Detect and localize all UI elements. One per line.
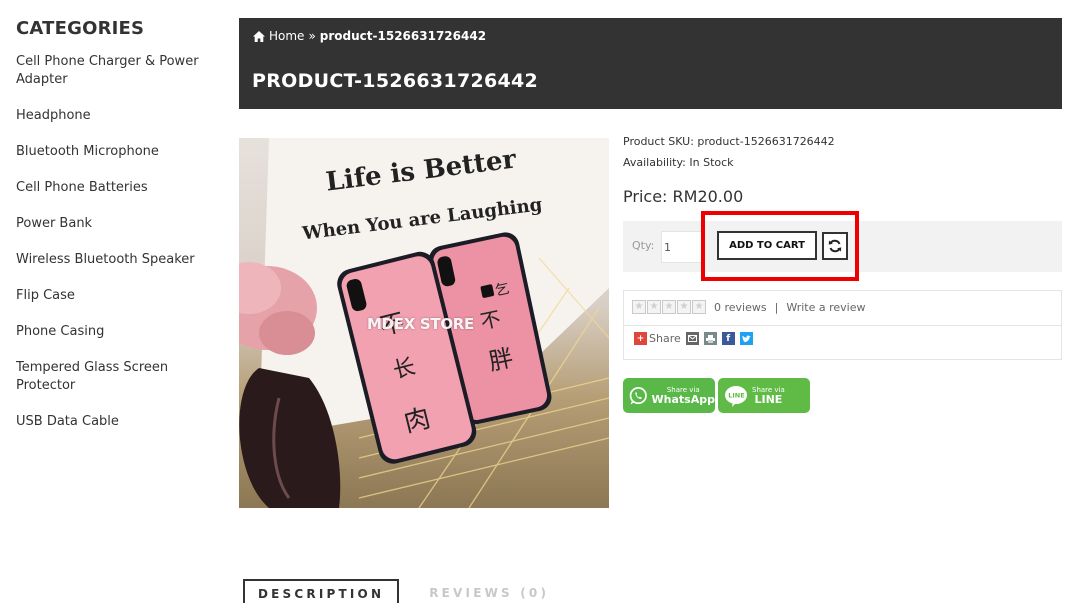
breadcrumb-separator: » <box>308 29 316 43</box>
line-share-big: LINE <box>754 392 783 406</box>
tab-description[interactable]: DESCRIPTION <box>243 579 400 603</box>
email-icon[interactable] <box>685 332 699 345</box>
star-icon: ★ <box>647 300 661 314</box>
home-icon[interactable] <box>253 30 265 42</box>
whatsapp-share-big: WhatsApp <box>651 392 715 406</box>
tab-reviews[interactable]: REVIEWS (0) <box>399 579 579 603</box>
rating-stars: ★ ★ ★ ★ ★ <box>632 300 706 314</box>
availability-line: Availability: In Stock <box>623 152 1063 173</box>
product-tabs: DESCRIPTION REVIEWS (0) <box>243 579 579 603</box>
review-separator: | <box>774 300 779 314</box>
page-header: Home » product-1526631726442 PRODUCT-152… <box>239 18 1062 109</box>
divider <box>624 325 1061 326</box>
whatsapp-share-button[interactable]: Share via WhatsApp <box>623 378 715 413</box>
star-icon: ★ <box>692 300 706 314</box>
category-item[interactable]: Cell Phone Charger & Power Adapter <box>16 53 226 89</box>
whatsapp-icon <box>629 386 647 405</box>
write-review-link[interactable]: Write a review <box>786 301 865 314</box>
breadcrumb-home-link[interactable]: Home <box>269 29 304 43</box>
price-value: RM20.00 <box>672 187 744 206</box>
sku-label: Product SKU: <box>623 135 694 148</box>
add-to-cart-panel: Qty: ADD TO CART <box>623 211 1062 281</box>
category-item[interactable]: Power Bank <box>16 215 226 233</box>
facebook-icon[interactable]: f <box>721 332 735 345</box>
sku-value: product-1526631726442 <box>697 135 835 148</box>
product-sku-line: Product SKU: product-1526631726442 <box>623 131 1063 152</box>
highlight-box <box>701 211 859 281</box>
line-icon: LINE <box>725 385 747 407</box>
category-item[interactable]: Phone Casing <box>16 323 226 341</box>
messaging-share-buttons: Share via WhatsApp LINE Share via LINE <box>623 378 810 413</box>
category-item[interactable]: Headphone <box>16 107 226 125</box>
share-row: + Share f <box>634 332 753 345</box>
qty-label: Qty: <box>632 239 655 252</box>
page-title: PRODUCT-1526631726442 <box>252 70 539 92</box>
category-list: Cell Phone Charger & Power Adapter Headp… <box>16 53 226 431</box>
share-label[interactable]: Share <box>649 332 681 345</box>
price-label: Price: <box>623 187 668 206</box>
star-icon: ★ <box>662 300 676 314</box>
availability-label: Availability: <box>623 156 686 169</box>
availability-value: In Stock <box>689 156 734 169</box>
product-price: Price: RM20.00 <box>623 187 1063 206</box>
star-icon: ★ <box>677 300 691 314</box>
breadcrumb: Home » product-1526631726442 <box>253 29 486 43</box>
svg-text:LINE: LINE <box>728 391 744 399</box>
category-item[interactable]: Tempered Glass Screen Protector <box>16 359 226 395</box>
print-icon[interactable] <box>703 332 717 345</box>
category-item[interactable]: Wireless Bluetooth Speaker <box>16 251 226 269</box>
qty-input[interactable] <box>661 231 705 263</box>
categories-sidebar: CATEGORIES Cell Phone Charger & Power Ad… <box>16 18 226 449</box>
sidebar-title: CATEGORIES <box>16 18 145 39</box>
plus-share-icon[interactable]: + <box>634 332 647 345</box>
category-item[interactable]: USB Data Cable <box>16 413 226 431</box>
image-watermark: MDEX STORE <box>367 315 474 333</box>
twitter-icon[interactable] <box>739 332 753 345</box>
product-info: Product SKU: product-1526631726442 Avail… <box>623 131 1063 413</box>
category-item[interactable]: Cell Phone Batteries <box>16 179 226 197</box>
rating-row: ★ ★ ★ ★ ★ 0 reviews | Write a review <box>632 300 865 314</box>
category-item[interactable]: Bluetooth Microphone <box>16 143 226 161</box>
line-share-button[interactable]: LINE Share via LINE <box>718 378 810 413</box>
reviews-count-link[interactable]: 0 reviews <box>714 301 767 314</box>
product-image[interactable]: Life is Better When You are Laughing 乞 不 <box>239 138 609 508</box>
breadcrumb-current: product-1526631726442 <box>319 29 487 43</box>
category-item[interactable]: Flip Case <box>16 287 226 305</box>
star-icon: ★ <box>632 300 646 314</box>
review-share-panel: ★ ★ ★ ★ ★ 0 reviews | Write a review + S… <box>623 290 1062 360</box>
